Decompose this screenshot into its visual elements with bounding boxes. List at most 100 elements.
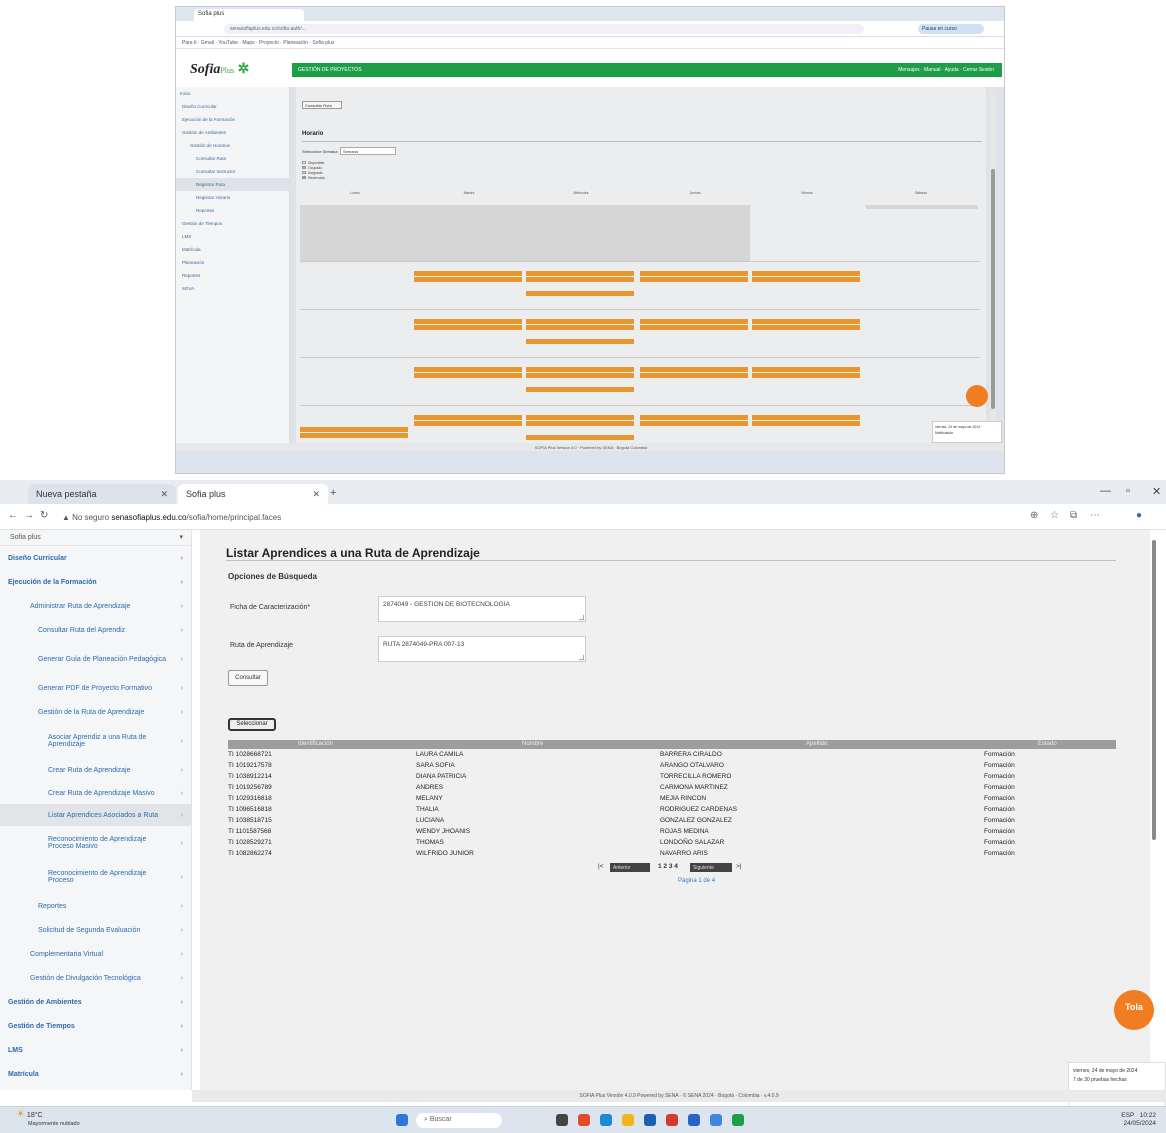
mini-class-block[interactable]	[640, 415, 748, 420]
mini-class-block[interactable]	[640, 325, 748, 330]
app-icon-1[interactable]	[578, 1114, 590, 1126]
menu-icon[interactable]: ⋯	[1090, 510, 1100, 521]
mini-sidebar-item[interactable]: Reportes	[176, 269, 289, 282]
store-icon[interactable]	[644, 1114, 656, 1126]
table-row[interactable]: TI 1082862274 WILFRIDO JUNIOR NAVARRO ARIS…	[228, 849, 1116, 860]
sidebar-item[interactable]: Gestión de la Ruta de Aprendizaje ›	[0, 700, 191, 724]
pager-prev[interactable]: Anterior	[610, 863, 650, 872]
mini-sidebar-item[interactable]: Registrar Horario	[176, 191, 289, 204]
col-nombre[interactable]: Nombre	[522, 741, 543, 747]
pager-next[interactable]: Siguiente	[690, 863, 732, 872]
sidebar-item[interactable]: Crear Ruta de Aprendizaje ›	[0, 758, 191, 782]
mini-sidebar-item[interactable]: Consultar Ruta	[176, 152, 289, 165]
forward-icon[interactable]: →	[24, 510, 34, 521]
mini-class-block[interactable]	[414, 325, 522, 330]
col-estado[interactable]: Estado	[1038, 741, 1057, 747]
sidebar-item[interactable]: LMS ›	[0, 1038, 191, 1062]
mini-class-block[interactable]	[640, 421, 748, 426]
reload-icon[interactable]: ↻	[40, 510, 48, 521]
mini-class-block[interactable]	[526, 373, 634, 378]
sidebar-item[interactable]: Administrar Ruta de Aprendizaje ›	[0, 594, 191, 618]
url-field[interactable]: ▲ No seguro senasofiaplus.edu.co/sofia/h…	[56, 509, 1016, 525]
mini-class-block[interactable]	[640, 277, 748, 282]
sidebar-item[interactable]: Diseño Curricular ›	[0, 546, 191, 570]
table-row[interactable]: TI 1019217578 SARA SOFIA ARANGO OTALVARO Fo…	[228, 761, 1116, 772]
mail-icon[interactable]	[688, 1114, 700, 1126]
table-row[interactable]: TI 1029316818 MELANY MEJIA RINCON Formación	[228, 794, 1116, 805]
chat-badge[interactable]: Tola	[1114, 990, 1154, 1030]
sidebar-item[interactable]: Reportes ›	[0, 894, 191, 918]
sidebar-item[interactable]: Generar PDF de Proyecto Formativo ›	[0, 676, 191, 700]
mini-class-block[interactable]	[414, 319, 522, 324]
mini-class-block[interactable]	[526, 367, 634, 372]
sidebar-item[interactable]: Asociar Aprendiz a una Ruta de Aprendiza…	[0, 724, 191, 758]
star-icon[interactable]: ☆	[1050, 510, 1059, 521]
edge-icon[interactable]	[600, 1114, 612, 1126]
mini-sidebar-item[interactable]: Ejecución de la Formación	[176, 113, 289, 126]
tab-sofia[interactable]: Sofia plus ✕	[178, 484, 328, 504]
mini-class-block[interactable]	[414, 277, 522, 282]
ficha-field[interactable]: 2874049 - GESTION DE BIOTECNOLOGIA	[378, 596, 586, 622]
mini-week-select[interactable]: Semana	[340, 147, 396, 155]
mini-consult-button[interactable]: Consultar Ruta	[302, 101, 342, 109]
mini-class-block[interactable]	[526, 319, 634, 324]
table-row[interactable]: TI 1028529271 THOMAS LONDOÑO SALAZAR Formac…	[228, 838, 1116, 849]
sidebar-item[interactable]: Gestión de Ambientes ›	[0, 990, 191, 1014]
mini-class-block[interactable]	[526, 415, 634, 420]
sidebar-item[interactable]: Reconocimiento de Aprendizaje Proceso ›	[0, 860, 191, 894]
sidebar-item[interactable]: Complementaria Virtual ›	[0, 942, 191, 966]
close-icon[interactable]: ✕	[160, 489, 168, 500]
mini-sidebar-item[interactable]: Gestión de Ambientes	[176, 126, 289, 139]
mini-class-block[interactable]	[526, 271, 634, 276]
mini-sidebar-item[interactable]: Inicio	[176, 87, 289, 100]
clock[interactable]: ESP 10:22 24/05/2024	[1121, 1112, 1156, 1128]
maximize-icon[interactable]: ▫	[1126, 485, 1130, 497]
mini-class-block[interactable]	[526, 387, 634, 392]
mini-class-block[interactable]	[526, 435, 634, 440]
table-row[interactable]: TI 1038912214 DIANA PATRICIA TORRECILLA RO…	[228, 772, 1116, 783]
mini-class-block[interactable]	[526, 421, 634, 426]
mini-class-block[interactable]	[752, 421, 860, 426]
mini-class-block[interactable]	[300, 427, 408, 432]
mini-profile-pill[interactable]: Pausa en curso	[918, 24, 984, 34]
mini-class-block[interactable]	[526, 291, 634, 296]
taskview-icon[interactable]	[556, 1114, 568, 1126]
mini-class-block[interactable]	[414, 415, 522, 420]
mini-class-block[interactable]	[640, 367, 748, 372]
mini-sidebar-item[interactable]: Planeación	[176, 256, 289, 269]
mini-sidebar-item[interactable]: Gestión de Tiempos	[176, 217, 289, 230]
mini-tab[interactable]: Sofia plus	[194, 9, 304, 21]
back-icon[interactable]: ←	[8, 510, 18, 521]
profile-icon[interactable]: ●	[1136, 510, 1142, 521]
mini-sidebar-item[interactable]: Gestión de Horarios	[176, 139, 289, 152]
sidebar-item[interactable]: Gestión de Tiempos ›	[0, 1014, 191, 1038]
mini-sidebar-item[interactable]: Diseño Curricular	[176, 100, 289, 113]
table-row[interactable]: TI 1038518715 LUCIANA GONZALEZ GONZALEZ For…	[228, 816, 1116, 827]
table-row[interactable]: TI 1019256789 ANDRES CARMONA MARTINEZ Forma…	[228, 783, 1116, 794]
mini-class-block[interactable]	[414, 367, 522, 372]
mini-class-block[interactable]	[414, 373, 522, 378]
sidebar-item[interactable]: Reconocimiento de Aprendizaje Proceso Ma…	[0, 826, 191, 860]
mini-scrollbar[interactable]	[990, 89, 996, 429]
mini-sidebar-item[interactable]: Matrícula	[176, 243, 289, 256]
mini-class-block[interactable]	[526, 277, 634, 282]
sidebar-search[interactable]: Sofia plus ▾	[0, 530, 191, 546]
mini-sidebar-item[interactable]: Reportes	[176, 204, 289, 217]
mini-sidebar-item[interactable]: SGVA	[176, 282, 289, 295]
windows-start-icon[interactable]	[396, 1114, 408, 1126]
new-tab-icon[interactable]: +	[330, 487, 336, 499]
pager-first[interactable]: |<	[598, 863, 603, 872]
mini-class-block[interactable]	[752, 325, 860, 330]
sidebar-item[interactable]: Generar Guía de Planeación Pedagógica ›	[0, 642, 191, 676]
close-icon[interactable]: ✕	[312, 489, 320, 500]
col-apellido[interactable]: Apellido	[806, 741, 827, 747]
mini-sidebar-item[interactable]: LMS	[176, 230, 289, 243]
mini-class-block[interactable]	[752, 319, 860, 324]
close-window-icon[interactable]: ✕	[1152, 485, 1161, 498]
mini-class-block[interactable]	[752, 373, 860, 378]
tab-new[interactable]: Nueva pestaña ✕	[28, 484, 176, 504]
sidebar-item[interactable]: Crear Ruta de Aprendizaje Masivo ›	[0, 782, 191, 804]
mini-class-block[interactable]	[414, 271, 522, 276]
ruta-field[interactable]: RUTA 2874049-PRA 007-13	[378, 636, 586, 662]
col-identificacion[interactable]: Identificación	[298, 741, 333, 747]
